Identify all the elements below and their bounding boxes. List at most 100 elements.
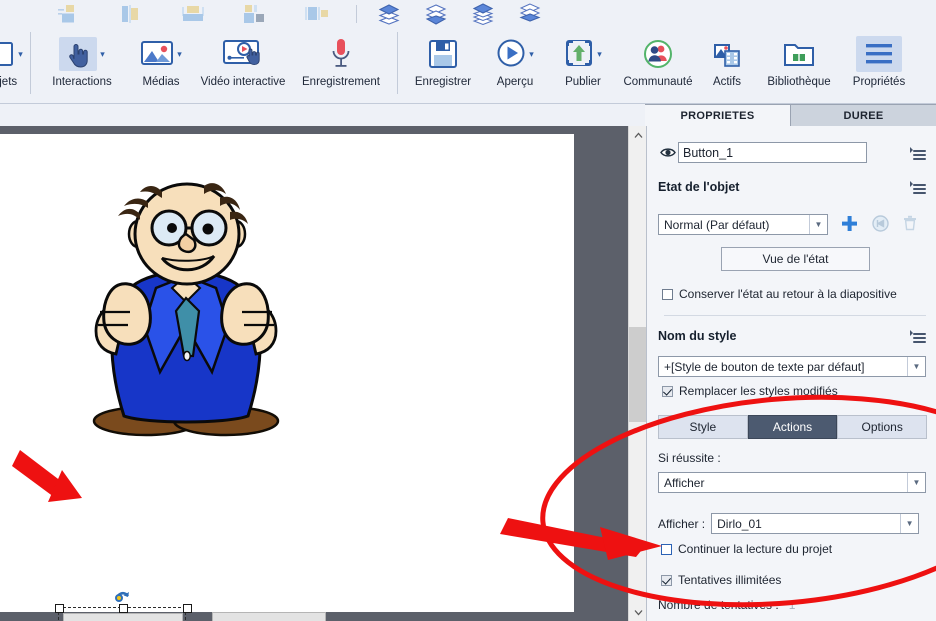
scrollbar-thumb[interactable] [629,327,647,422]
add-state-button[interactable] [841,215,858,235]
canvas-vertical-scrollbar[interactable] [628,126,647,621]
attempts-count-value[interactable]: 1 [789,598,796,612]
chevron-down-icon[interactable]: ▾ [100,49,105,60]
ribbon-item-enregistrer[interactable]: Enregistrer [404,28,482,107]
attempts-count-row: Nombre de tentatives : 1 [658,598,795,612]
ribbon-item-enregistrement[interactable]: Enregistrement [291,28,391,107]
chevron-down-icon[interactable]: ▼ [900,514,918,533]
state-controls-row: Normal (Par défaut) ▼ [658,214,928,235]
objects-icon: ▾ [0,33,23,75]
style-section-header: Nom du style [658,329,926,343]
trash-icon [903,215,917,234]
ribbon-item-communaute[interactable]: Communauté [618,28,698,107]
ribbon-item-actifs[interactable]: Actifs [698,28,756,107]
style-section-title: Nom du style [658,329,737,343]
chevron-down-icon[interactable]: ▾ [597,49,602,60]
align-left-edges-button[interactable] [100,1,162,27]
object-name-menu-icon[interactable] [910,146,926,160]
state-section-menu-icon[interactable] [910,180,926,194]
floppy-disk-icon [428,33,458,75]
ribbon-item-bibliotheque[interactable]: Bibliothèque [756,28,842,107]
style-name-dropdown[interactable]: +[Style de bouton de texte par défaut] ▼ [658,356,926,377]
tab-duree[interactable]: DUREE [791,105,936,127]
ribbon-item-publier[interactable]: ▾ Publier [548,28,618,107]
ribbon-label-proprietes: Propriétés [852,76,906,88]
subtab-options[interactable]: Options [837,415,928,439]
keep-state-checkbox[interactable] [662,288,673,300]
ribbon-label-apercu: Aperçu [496,76,534,88]
chevron-down-icon[interactable]: ▾ [177,49,182,60]
eye-icon[interactable] [658,147,678,158]
bring-to-front-button[interactable] [365,1,412,27]
send-backward-button[interactable] [506,1,553,27]
show-target-dropdown[interactable]: Dirlo_01 ▼ [711,513,920,534]
object-name-input[interactable]: Button_1 [678,142,867,163]
properties-lines-icon [856,36,902,72]
replace-styles-checkbox-row[interactable]: Remplacer les styles modifiés [662,384,838,398]
selection-bounding-box [55,604,192,621]
state-dropdown[interactable]: Normal (Par défaut) ▼ [658,214,828,235]
ribbon-label-medias: Médias [142,76,180,88]
toolbar-divider [356,5,357,23]
continue-playing-label: Continuer la lecture du projet [678,542,833,556]
chevron-down-icon[interactable]: ▼ [907,357,925,376]
unlimited-attempts-checkbox-row[interactable]: Tentatives illimitées [661,573,781,587]
align-center-horizontal-button[interactable] [162,1,224,27]
keep-state-checkbox-row[interactable]: Conserver l'état au retour à la diaposit… [662,287,897,301]
chevron-down-icon[interactable]: ▾ [529,49,534,60]
style-actions-options-tabs: Style Actions Options [658,415,928,439]
replace-styles-checkbox[interactable] [662,385,673,397]
style-section-menu-icon[interactable] [910,329,926,343]
resize-handle-ne[interactable] [183,604,192,613]
align-layer-toolbar [0,0,936,29]
show-target-value: Dirlo_01 [717,516,762,531]
image-icon [140,38,174,71]
stage-area: Afficher Ma [0,126,646,621]
scroll-down-button[interactable] [629,603,647,621]
ribbon-item-proprietes[interactable]: Propriétés [842,28,916,107]
ribbon-item-objets[interactable]: ▾ ojets [0,28,24,107]
unlimited-attempts-checkbox[interactable] [661,574,672,586]
resize-handle-n[interactable] [119,604,128,613]
chevron-down-icon[interactable]: ▾ [18,49,23,60]
scroll-up-button[interactable] [629,126,647,144]
library-book-icon [783,33,815,75]
keep-state-label: Conserver l'état au retour à la diaposit… [679,287,897,301]
distribute-horizontal-button[interactable] [224,1,286,27]
align-top-left-button[interactable] [38,1,100,27]
view-state-button[interactable]: Vue de l'état [721,247,870,271]
hand-pointer-icon [59,37,98,71]
slide-button-masquer[interactable]: Masquer [212,612,326,621]
microphone-icon [328,33,354,75]
rotate-icon[interactable] [113,589,133,605]
ribbon-item-apercu[interactable]: ▾ Aperçu [482,28,548,107]
bring-forward-button[interactable] [459,1,506,27]
attempts-count-label: Nombre de tentatives : [658,598,779,612]
on-success-dropdown[interactable]: Afficher ▼ [658,472,926,493]
ribbon-label-objets: ojets [0,76,18,88]
slide-canvas[interactable]: Afficher Ma [0,134,574,621]
resize-match-button[interactable] [286,1,348,27]
chevron-down-icon[interactable]: ▼ [809,215,827,234]
subtab-style[interactable]: Style [658,415,748,439]
ribbon-item-medias[interactable]: ▾ Médias [127,28,195,107]
replace-styles-label: Remplacer les styles modifiés [679,384,838,398]
cartoon-man-thumbs-up-image[interactable] [36,176,336,446]
continue-playing-checkbox-row[interactable]: Continuer la lecture du projet [661,542,832,556]
community-people-icon [642,33,674,75]
align-tools-group [0,1,348,27]
object-name-row: Button_1 [658,142,926,163]
subtab-actions[interactable]: Actions [747,415,838,439]
layer-order-group [365,1,553,27]
chevron-down-icon[interactable]: ▼ [907,473,925,492]
send-to-back-button[interactable] [412,1,459,27]
main-ribbon: ▾ ojets ▾ Interactions [0,28,936,104]
ribbon-label-video-interactive: Vidéo interactive [200,76,286,88]
resize-handle-nw[interactable] [55,604,64,613]
assets-icon [712,33,742,75]
ribbon-item-interactions[interactable]: ▾ Interactions [37,28,127,107]
play-circle-icon [496,38,526,71]
ribbon-item-video-interactive[interactable]: Vidéo interactive [195,28,291,107]
tab-proprietes[interactable]: PROPRIETES [645,105,791,127]
continue-playing-checkbox[interactable] [661,543,672,555]
